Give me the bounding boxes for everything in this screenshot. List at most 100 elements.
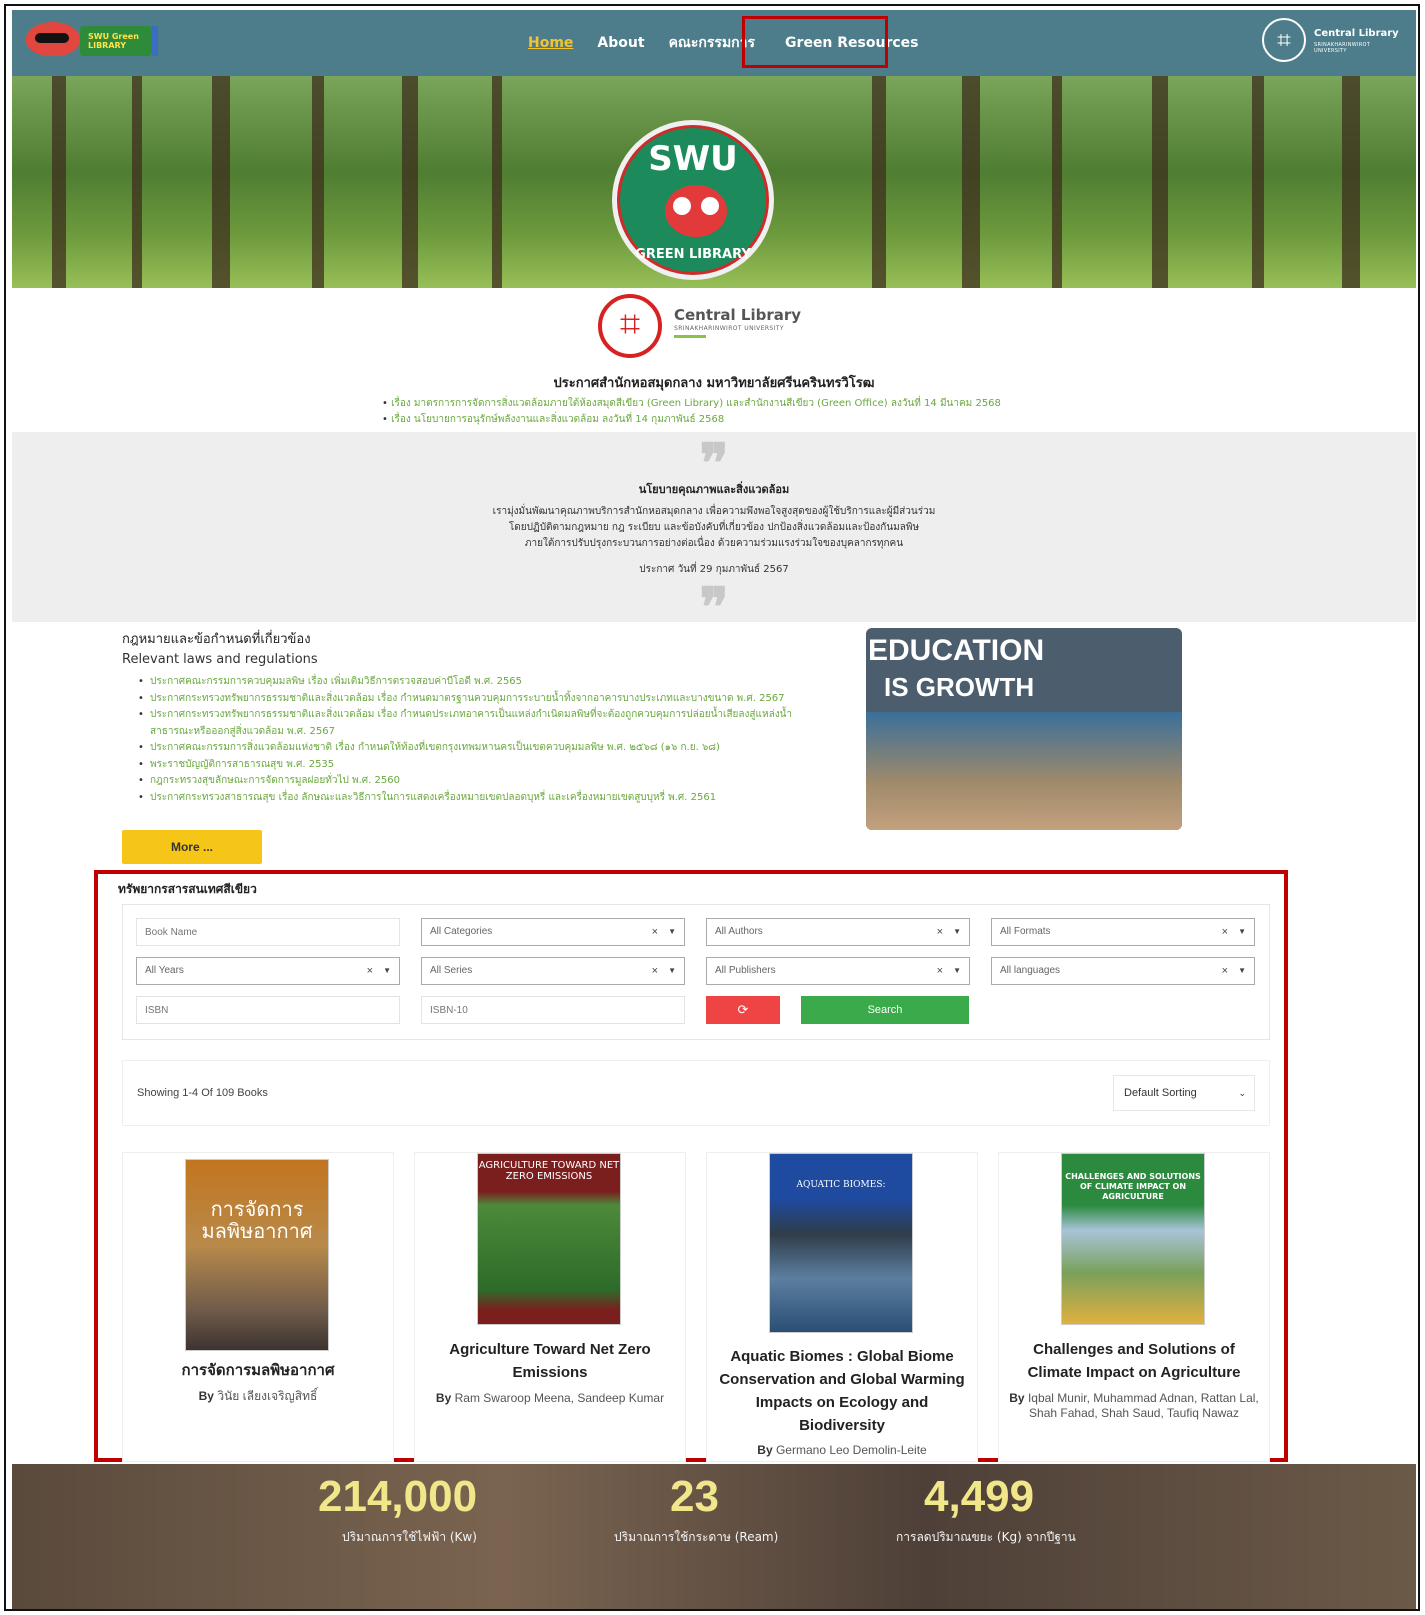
by-label: By [757,1443,773,1457]
book-cover[interactable]: CHALLENGES AND SOLUTIONS OF CLIMATE IMPA… [1061,1153,1205,1325]
chevron-down-icon[interactable]: ▼ [1238,958,1246,984]
book-card[interactable]: AQUATIC BIOMES: Aquatic Biomes : Global … [706,1152,978,1462]
central-library-seal-icon [1262,18,1306,62]
book-card[interactable]: การจัดการ มลพิษอากาศ การจัดการมลพิษอากาศ… [122,1152,394,1462]
quote-close-icon: ❞ [699,575,729,639]
nav-logo-title: Central Library [1314,28,1399,39]
publishers-select[interactable]: All Publishers × ▼ [706,957,970,985]
cover-text: การจัดการ มลพิษอากาศ [201,1197,313,1243]
law-link[interactable]: พระราชบัญญัติการสาธารณสุข พ.ศ. 2535 [138,757,798,774]
series-select[interactable]: All Series × ▼ [421,957,685,985]
book-cover[interactable]: AQUATIC BIOMES: [769,1153,913,1333]
clear-icon[interactable]: × [937,958,943,984]
law-link[interactable]: ประกาศกระทรวงทรัพยากรธรรมชาติและสิ่งแวดล… [138,707,798,740]
tree-trunk [1252,76,1264,288]
book-title[interactable]: การจัดการมลพิษอากาศ [135,1359,381,1382]
author-names: Ram Swaroop Meena, Sandeep Kumar [454,1391,665,1405]
clear-icon[interactable]: × [1222,919,1228,945]
categories-select[interactable]: All Categories × ▼ [421,918,685,946]
central-library-subtitle: SRINAKHARINWIROT UNIVERSITY [674,325,784,332]
logo-underline [674,335,706,338]
book-title[interactable]: Agriculture Toward Net Zero Emissions [427,1338,673,1384]
author-names: Germano Leo Demolin-Leite [775,1443,927,1457]
swu-green-library-badge: SWU GREEN LIBRARY [612,120,774,280]
edu-line-1: EDUCATION [868,634,1045,667]
law-link[interactable]: ประกาศกระทรวงสาธารณสุข เรื่อง ลักษณะและว… [138,790,798,807]
tree-trunk [492,76,502,288]
book-author: By Ram Swaroop Meena, Sandeep Kumar [423,1391,677,1406]
law-link[interactable]: ประกาศคณะกรรมการควบคุมมลพิษ เรื่อง เพิ่ม… [138,674,798,691]
clear-icon[interactable]: × [652,958,658,984]
law-link[interactable]: ประกาศกระทรวงทรัพยากรธรรมชาติและสิ่งแวดล… [138,691,798,708]
stat-electricity-value: 214,000 [318,1472,478,1521]
chevron-down-icon[interactable]: ▼ [1238,919,1246,945]
author-names: Iqbal Munir, Muhammad Adnan, Rattan Lal,… [1027,1391,1259,1420]
authors-select[interactable]: All Authors × ▼ [706,918,970,946]
policy-body: เรามุ่งมั่นพัฒนาคุณภาพบริการสำนักหอสมุดก… [12,504,1416,552]
tree-trunk [1342,76,1360,288]
badge-bottom-text: GREEN LIBRARY [635,247,751,262]
tree-trunk [962,76,980,288]
law-link[interactable]: ประกาศคณะกรรมการสิ่งแวดล้อมแห่งชาติ เรื่… [138,740,798,757]
author-names: วินัย เลียงเจริญสิทธิ์ [217,1389,318,1403]
tree-trunk [212,76,230,288]
clear-icon[interactable]: × [652,919,658,945]
isbn10-input[interactable] [421,996,685,1024]
isbn-input[interactable] [136,996,400,1024]
stat-paper-label: ปริมาณการใช้กระดาษ (Ream) [614,1530,779,1544]
more-button[interactable]: More ... [122,830,262,864]
laws-list: ประกาศคณะกรรมการควบคุมมลพิษ เรื่อง เพิ่ม… [138,674,798,806]
years-value: All Years [145,965,184,976]
tree-trunk [872,76,886,288]
education-is-growth-image: EDUCATION IS GROWTH [866,628,1182,830]
book-card[interactable]: AGRICULTURE TOWARD NET ZERO EMISSIONS Ag… [414,1152,686,1462]
chevron-down-icon[interactable]: ▼ [668,958,676,984]
chevron-down-icon[interactable]: ▼ [953,958,961,984]
years-select[interactable]: All Years × ▼ [136,957,400,985]
clear-icon[interactable]: × [937,919,943,945]
law-link[interactable]: กฎกระทรวงสุขลักษณะการจัดการมูลฝอยทั่วไป … [138,773,798,790]
edu-line-2: IS GROWTH [884,672,1035,702]
by-label: By [1009,1391,1025,1405]
nav-home[interactable]: Home [528,35,573,51]
university-seal-icon [598,294,662,358]
chevron-down-icon[interactable]: ▼ [383,958,391,984]
book-cover[interactable]: AGRICULTURE TOWARD NET ZERO EMISSIONS [477,1153,621,1325]
chevron-down-icon[interactable]: ▼ [668,919,676,945]
central-library-logo: Central Library SRINAKHARINWIROT UNIVERS… [598,294,818,360]
nav-about[interactable]: About [597,35,644,51]
book-author: By วินัย เลียงเจริญสิทธิ์ [131,1389,385,1404]
cover-text: CHALLENGES AND SOLUTIONS OF CLIMATE IMPA… [1065,1172,1201,1201]
brand-text: SWU Green LIBRARY [88,32,139,50]
stat-paper-value: 23 [670,1472,719,1521]
languages-select[interactable]: All languages × ▼ [991,957,1255,985]
refresh-icon[interactable]: ⟳ [706,996,780,1024]
book-title[interactable]: Challenges and Solutions of Climate Impa… [1011,1338,1257,1384]
green-resources-highlight [742,16,888,68]
tree-trunk [312,76,324,288]
book-cover[interactable]: การจัดการ มลพิษอากาศ [185,1159,329,1351]
swu-green-library-logo[interactable]: SWU Green LIBRARY [26,18,162,60]
stat-waste-value: 4,499 [924,1472,1035,1521]
policy-title: นโยบายคุณภาพและสิ่งแวดล้อม [638,483,790,496]
page-frame: SWU Green LIBRARY Home About คณะกรรมการ … [4,4,1420,1611]
search-button[interactable]: Search [801,996,969,1024]
book-name-input[interactable] [136,918,400,946]
clear-icon[interactable]: × [367,958,373,984]
announcement-link[interactable]: เรื่อง มาตรการการจัดการสิ่งแวดล้อมภายใต้… [382,396,1001,412]
announcement-list: เรื่อง มาตรการการจัดการสิ่งแวดล้อมภายใต้… [382,396,1001,428]
formats-select[interactable]: All Formats × ▼ [991,918,1255,946]
announcement-title: ประกาศสำนักหอสมุดกลาง มหาวิทยาลัยศรีนคริ… [553,376,875,391]
clear-icon[interactable]: × [1222,958,1228,984]
sorting-select[interactable]: Default Sorting ⌄ [1113,1075,1255,1111]
central-library-nav-logo[interactable]: Central Library SRINAKHARINWIROT UNIVERS… [1262,18,1402,62]
library-room-photo [866,712,1182,830]
tree-trunk [402,76,418,288]
tree-trunk [1052,76,1062,288]
announcement-link[interactable]: เรื่อง นโยบายการอนุรักษ์พลังงานและสิ่งแว… [382,412,1001,428]
book-title[interactable]: Aquatic Biomes : Global Biome Conservati… [719,1345,965,1437]
sorting-value: Default Sorting [1124,1087,1197,1099]
chevron-down-icon[interactable]: ▼ [953,919,961,945]
book-card[interactable]: CHALLENGES AND SOLUTIONS OF CLIMATE IMPA… [998,1152,1270,1462]
owl-mascot-icon [26,22,80,56]
